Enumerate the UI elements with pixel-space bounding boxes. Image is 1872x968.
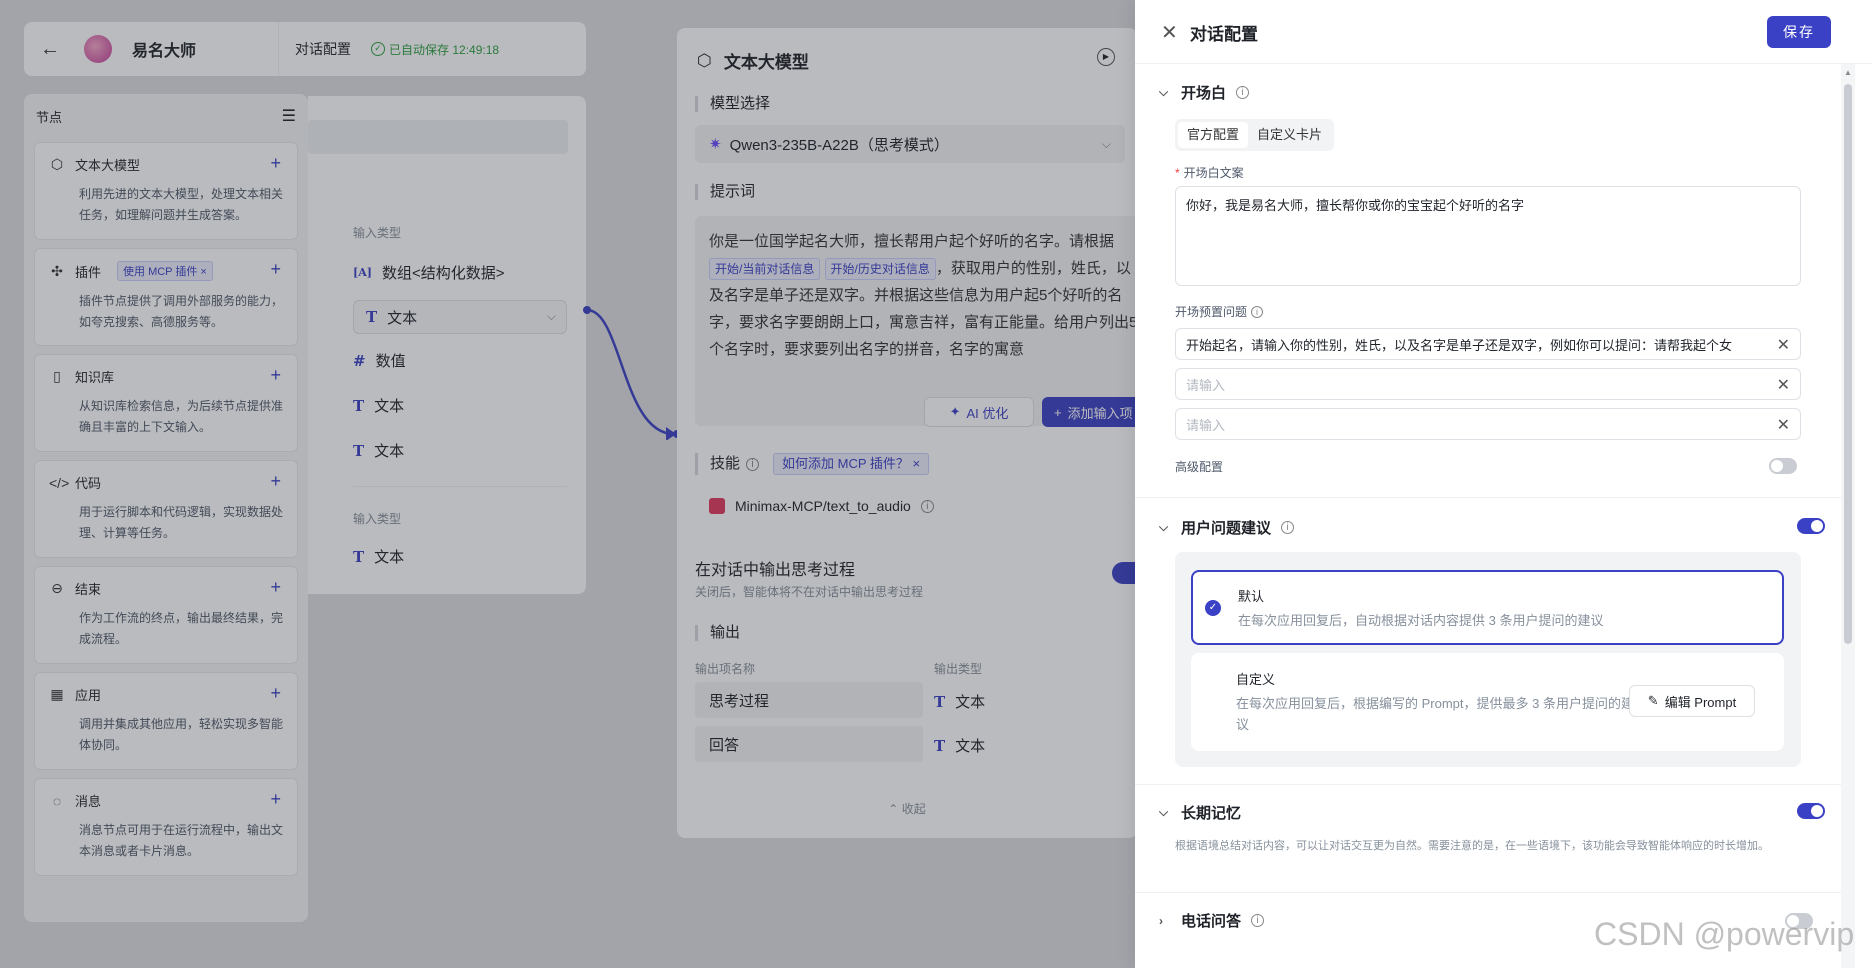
- preset-question-input[interactable]: 请输入 ✕: [1175, 368, 1801, 400]
- chevron-down-icon: ⌵: [1159, 520, 1169, 534]
- input-placeholder: 请输入: [1186, 377, 1226, 393]
- required-mark: *: [1175, 165, 1180, 180]
- seg-official[interactable]: 官方配置: [1178, 122, 1249, 148]
- phone-section-header[interactable]: › 电话问答 i: [1159, 910, 1265, 931]
- divider: [1135, 784, 1841, 785]
- scrollbar[interactable]: ▲: [1841, 64, 1855, 968]
- divider: [1135, 497, 1841, 498]
- suggest-title: 用户问题建议: [1181, 520, 1272, 537]
- save-button[interactable]: 保存: [1767, 16, 1831, 48]
- opening-mode-segment: 官方配置 自定义卡片: [1175, 119, 1335, 151]
- preset-questions-label: 开场预置问题 i: [1175, 303, 1264, 320]
- info-icon: i: [1236, 86, 1250, 99]
- memory-toggle[interactable]: [1797, 803, 1825, 819]
- edit-prompt-label: 编辑 Prompt: [1664, 694, 1737, 710]
- close-icon[interactable]: ✕: [1161, 20, 1178, 45]
- preset-question-value: 开始起名，请输入你的性别，姓氏，以及名字是单子还是双字，例如你可以提问：请帮我起…: [1186, 337, 1733, 353]
- option-desc: 在每次应用回复后，自动根据对话内容提供 3 条用户提问的建议: [1238, 613, 1604, 628]
- preset-label-text: 开场预置问题: [1175, 305, 1248, 319]
- scrollbar-thumb[interactable]: [1844, 84, 1852, 644]
- clear-icon[interactable]: ✕: [1777, 335, 1790, 355]
- advanced-config-toggle[interactable]: [1769, 458, 1797, 474]
- clear-icon[interactable]: ✕: [1777, 375, 1790, 395]
- suggest-options: ✓ 默认 在每次应用回复后，自动根据对话内容提供 3 条用户提问的建议 自定义 …: [1175, 552, 1801, 767]
- advanced-config-label: 高级配置: [1175, 460, 1224, 474]
- pencil-icon: ✎: [1647, 693, 1659, 708]
- suggest-toggle[interactable]: [1797, 518, 1825, 534]
- phone-title: 电话问答: [1181, 913, 1242, 930]
- chevron-down-icon: ⌵: [1159, 805, 1169, 819]
- memory-section-header[interactable]: ⌵ 长期记忆: [1159, 802, 1241, 823]
- opening-text-label: * 开场白文案: [1175, 164, 1244, 181]
- scroll-up-icon[interactable]: ▲: [1844, 68, 1852, 77]
- edit-prompt-button[interactable]: ✎ 编辑 Prompt: [1629, 685, 1755, 717]
- drawer-title: 对话配置: [1190, 25, 1258, 44]
- info-icon: i: [1281, 521, 1295, 534]
- suggest-custom-option[interactable]: 自定义 在每次应用回复后，根据编写的 Prompt，提供最多 3 条用户提问的建…: [1191, 653, 1784, 751]
- preset-question-input[interactable]: 请输入 ✕: [1175, 408, 1801, 440]
- info-icon: i: [1251, 914, 1265, 927]
- chevron-down-icon: ⌵: [1159, 85, 1169, 99]
- preset-question-input[interactable]: 开始起名，请输入你的性别，姓氏，以及名字是单子还是双字，例如你可以提问：请帮我起…: [1175, 328, 1801, 360]
- dialog-config-drawer: ✕ 对话配置 保存 ▲ ⌵ 开场白 i 官方配置 自定义卡片 * 开场白文案 你好…: [1135, 0, 1872, 968]
- clear-icon[interactable]: ✕: [1777, 415, 1790, 435]
- suggest-section-header[interactable]: ⌵ 用户问题建议 i: [1159, 517, 1295, 538]
- option-title: 默认: [1238, 589, 1265, 604]
- chevron-right-icon: ›: [1159, 913, 1163, 928]
- watermark: CSDN @powervip: [1594, 916, 1855, 952]
- suggest-default-option[interactable]: ✓ 默认 在每次应用回复后，自动根据对话内容提供 3 条用户提问的建议: [1191, 570, 1784, 645]
- divider: [1135, 892, 1841, 893]
- opening-text-label-text: 开场白文案: [1183, 166, 1244, 180]
- option-desc: 在每次应用回复后，根据编写的 Prompt，提供最多 3 条用户提问的建议: [1236, 696, 1634, 732]
- option-title: 自定义: [1236, 672, 1276, 687]
- info-icon: i: [1251, 305, 1264, 318]
- memory-desc: 根据语境总结对话内容，可以让对话交互更为自然。需要注意的是，在一些语境下，该功能…: [1175, 840, 1769, 852]
- memory-title: 长期记忆: [1181, 805, 1242, 822]
- seg-custom-card[interactable]: 自定义卡片: [1248, 122, 1331, 148]
- opening-text-field[interactable]: 你好，我是易名大师，擅长帮你或你的宝宝起个好听的名字: [1175, 186, 1801, 286]
- input-placeholder: 请输入: [1186, 417, 1226, 433]
- check-icon: ✓: [1205, 600, 1221, 616]
- opening-title: 开场白: [1181, 85, 1227, 102]
- opening-section-header[interactable]: ⌵ 开场白 i: [1159, 82, 1250, 103]
- modal-mask[interactable]: [0, 0, 1135, 968]
- drawer-header: ✕ 对话配置 保存: [1135, 0, 1872, 64]
